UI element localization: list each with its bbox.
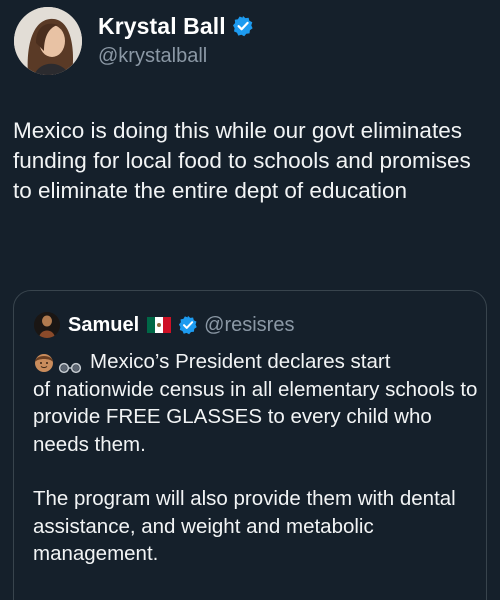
mexico-flag-icon	[147, 317, 172, 333]
author-avatar[interactable]	[14, 7, 82, 75]
quoted-author-handle[interactable]: @resisres	[204, 314, 294, 337]
quoted-text-paragraph1: of nationwide census in all elementary s…	[33, 377, 478, 456]
tweet-header: Krystal Ball @krystalball	[14, 7, 254, 75]
verified-badge-icon	[178, 315, 198, 335]
quoted-first-line: Mexico’s President declares start	[33, 348, 483, 376]
display-name-row: Krystal Ball	[98, 11, 254, 41]
author-display-name[interactable]: Krystal Ball	[98, 13, 226, 40]
author-handle[interactable]: @krystalball	[98, 45, 254, 68]
quoted-author-avatar[interactable]	[34, 312, 60, 338]
quoted-text-line1: Mexico’s President declares start	[90, 350, 391, 373]
quoted-text-paragraph2: The program will also provide them with …	[33, 487, 456, 565]
author-names: Krystal Ball @krystalball	[98, 11, 254, 68]
glasses-emoji-icon	[58, 355, 82, 373]
quoted-tweet[interactable]: Samuel @resisres Mexico’s President decl…	[13, 290, 487, 600]
tweet-text: Mexico is doing this while our govt elim…	[13, 118, 478, 203]
verified-badge-icon	[232, 15, 254, 37]
quoted-tweet-header: Samuel @resisres	[34, 311, 294, 339]
quoted-tweet-body: Mexico’s President declares start of nat…	[33, 348, 483, 568]
face-emoji-icon	[33, 351, 55, 373]
tweet-card: Krystal Ball @krystalball Mexico is doin…	[0, 0, 500, 600]
quoted-author-name[interactable]: Samuel	[68, 314, 139, 337]
author-avatar-image	[14, 7, 82, 75]
